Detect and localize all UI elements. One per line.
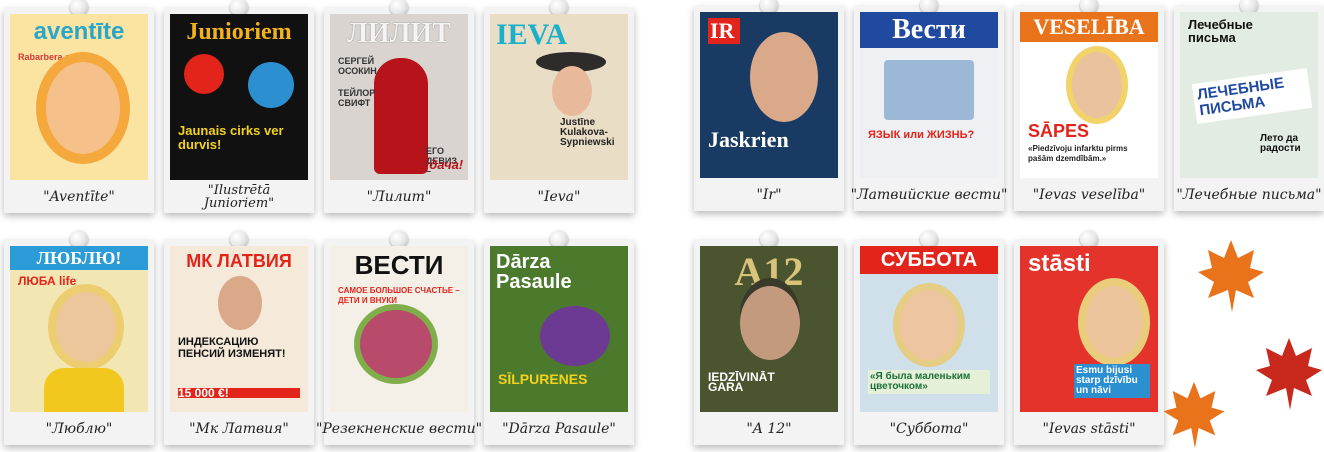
magazine-cover: ЛИЛИТ СЕРГЕЙ ОСОКИН ТЕЙЛОР СВИФТ ЕГО ДЕВ…	[330, 14, 468, 180]
magazine-card-vesti[interactable]: Вести ЯЗЫК или ЖИЗНЬ? "Латвийские вести"	[850, 0, 1008, 211]
magazine-card-subbota[interactable]: СУББОТА «Я была маленьким цветочком» "Су…	[854, 230, 1004, 445]
magazine-cover: stāsti Esmu bijusi starp dzīvību un nāvi	[1020, 246, 1158, 412]
magazine-card-a12[interactable]: A12 IEDZĪVINĀT GARA "A 12"	[694, 230, 844, 445]
magazine-card-lilit[interactable]: ЛИЛИТ СЕРГЕЙ ОСОКИН ТЕЙЛОР СВИФТ ЕГО ДЕВ…	[324, 0, 474, 213]
cover-title: IR	[708, 18, 740, 44]
magazine-card-stasti[interactable]: stāsti Esmu bijusi starp dzīvību un nāvi…	[1014, 230, 1164, 445]
maple-leaf-icon	[1163, 381, 1225, 449]
magazine-cover: Junioriem Jaunais cirks ver durvis!	[170, 14, 308, 180]
maple-leaf-icon	[1256, 338, 1322, 410]
maple-leaf-icon	[1198, 240, 1264, 312]
magazine-caption: "Aventīte"	[43, 189, 115, 205]
soldier-icon	[740, 286, 800, 360]
cover-headline: ЛЮБА life	[18, 274, 77, 288]
cover-headline: удача!	[422, 157, 464, 172]
cover-headline: ЯЗЫК или ЖИЗНЬ?	[868, 129, 975, 141]
cover-title: IEVA	[496, 18, 568, 51]
magazine-card-aventite[interactable]: aventīte Rabarbera sarga "Aventīte"	[4, 0, 154, 213]
cover-headline: «Я была маленьким цветочком»	[868, 370, 990, 394]
woman-blonde-icon	[1086, 286, 1142, 358]
magazine-caption: "Люблю"	[45, 421, 113, 437]
magazine-card-ieva[interactable]: IEVA Justīne Kulakova-Sypniewski "Ieva"	[484, 0, 634, 213]
cover-headline: SĪLPURENES	[498, 371, 588, 387]
magazine-caption: "Латвийские вести"	[850, 187, 1008, 203]
magazine-cover: Вести ЯЗЫК или ЖИЗНЬ?	[860, 12, 998, 178]
cover-headline: ТЕЙЛОР СВИФТ	[338, 88, 376, 108]
cover-title: Junioriem	[186, 19, 292, 45]
cover-headline: Esmu bijusi starp dzīvību un nāvi	[1074, 364, 1150, 398]
magazine-cover: ВЕСТИ САМОЕ БОЛЬШОЕ СЧАСТЬЕ – ДЕТИ И ВНУ…	[330, 246, 468, 412]
magazine-caption: "A 12"	[746, 421, 792, 437]
magazine-cover: A12 IEDZĪVINĀT GARA	[700, 246, 838, 412]
cover-headline: Jaunais cirks ver durvis!	[178, 123, 284, 152]
magazine-card-pisma[interactable]: Лечебные письма ЛЕЧЕБНЫЕ ПИСЬМА Лето да …	[1174, 0, 1324, 211]
cover-headline: САМОЕ БОЛЬШОЕ СЧАСТЬЕ – ДЕТИ И ВНУКИ	[338, 286, 460, 305]
cartoon-girl-icon	[46, 62, 120, 154]
magazine-cover: Dārza Pasaule SĪLPURENES	[490, 246, 628, 412]
cover-headline: Justīne Kulakova-Sypniewski	[560, 117, 615, 148]
doctor-woman-icon	[1072, 52, 1122, 118]
flowers-icon	[360, 310, 432, 378]
flowers-purple-icon	[540, 306, 610, 366]
cover-headline: Jaskrien	[708, 127, 789, 152]
magazine-cover: ЛЮБЛЮ! ЛЮБА life	[10, 246, 148, 412]
cover-title: VESELĪBA	[1020, 12, 1158, 42]
cover-title: Вести	[860, 12, 998, 48]
cover-headline: СЕРГЕЙ ОСОКИН	[338, 56, 377, 76]
newspaper-icon: ЛЕЧЕБНЫЕ ПИСЬМА	[1191, 68, 1313, 124]
magazine-caption: "Мк Латвия"	[189, 421, 289, 437]
cover-headline: Rabarbera sarga	[18, 52, 90, 62]
cover-title: Dārza Pasaule	[496, 251, 572, 293]
cover-title: ЛИЛИТ	[347, 18, 451, 49]
cover-title: ВЕСТИ	[354, 250, 444, 280]
magazine-card-rezekne[interactable]: ВЕСТИ САМОЕ БОЛЬШОЕ СЧАСТЬЕ – ДЕТИ И ВНУ…	[315, 230, 483, 445]
circus-icon	[184, 54, 224, 94]
cover-title: СУББОТА	[860, 246, 998, 274]
magazine-cover: Лечебные письма ЛЕЧЕБНЫЕ ПИСЬМА Лето да …	[1180, 12, 1318, 178]
man-portrait-icon	[750, 32, 818, 122]
cover-headline: IEDZĪVINĀT GARA	[708, 370, 775, 394]
cover-headline: 15 000 €!	[178, 387, 300, 399]
magazine-card-ir[interactable]: IR Jaskrien "Ir"	[694, 0, 844, 211]
magazine-caption: "Ilustrētā Junioriem"	[203, 183, 275, 211]
magazine-cover: МК ЛАТВИЯ ИНДЕКСАЦИЮ ПЕНСИЙ ИЗМЕНЯТ! 15 …	[170, 246, 308, 412]
cover-title: МК ЛАТВИЯ	[186, 251, 292, 271]
cover-headline: Лето да радости	[1260, 133, 1301, 154]
woman-smile-icon	[900, 290, 958, 360]
cover-title: Лечебные письма	[1188, 17, 1253, 45]
magazine-caption: "Ir"	[756, 187, 782, 203]
elderly-woman-icon	[218, 276, 262, 330]
magazine-caption: "Резекненские вести"	[315, 421, 483, 437]
magazine-caption: "Ieva"	[537, 189, 581, 205]
magazine-caption: "Лилит"	[366, 189, 432, 205]
cover-title: aventīte	[33, 18, 125, 45]
magazine-caption: "Ievas stāsti"	[1042, 421, 1136, 437]
magazine-cover: VESELĪBA SĀPES «Piedzīvoju infarktu pirm…	[1020, 12, 1158, 178]
decor-dress	[44, 368, 124, 412]
magazine-card-mk[interactable]: МК ЛАТВИЯ ИНДЕКСАЦИЮ ПЕНСИЙ ИЗМЕНЯТ! 15 …	[164, 230, 314, 445]
woman-red-suit-icon	[374, 58, 428, 174]
magazine-caption: "Dārza Pasaule"	[502, 421, 616, 437]
decor-face	[552, 66, 592, 116]
magazine-cover: IEVA Justīne Kulakova-Sypniewski	[490, 14, 628, 180]
magazine-card-darza[interactable]: Dārza Pasaule SĪLPURENES "Dārza Pasaule"	[484, 230, 634, 445]
cover-title: stāsti	[1028, 250, 1091, 277]
cover-headline: ИНДЕКСАЦИЮ ПЕНСИЙ ИЗМЕНЯТ!	[178, 336, 286, 360]
magazine-caption: "Суббота"	[889, 421, 969, 437]
magazine-cover: aventīte Rabarbera sarga	[10, 14, 148, 180]
decor-circle	[248, 62, 294, 108]
cover-headline: «Piedzīvoju infarktu pirms pašām dzemdīb…	[1028, 144, 1128, 163]
magazine-cover: IR Jaskrien	[700, 12, 838, 178]
cover-headline: SĀPES	[1028, 121, 1090, 141]
magazine-card-veseliba[interactable]: VESELĪBA SĀPES «Piedzīvoju infarktu pirm…	[1014, 0, 1164, 211]
cover-title: ЛЮБЛЮ!	[10, 246, 148, 270]
magazine-card-lublu[interactable]: ЛЮБЛЮ! ЛЮБА life "Люблю"	[4, 230, 154, 445]
magazine-card-junioriem[interactable]: Junioriem Jaunais cirks ver durvis! "Ilu…	[164, 0, 314, 213]
newspaper-collage-icon	[884, 60, 974, 120]
magazine-caption: "Ievas veselība"	[1032, 187, 1146, 203]
magazine-cover: СУББОТА «Я была маленьким цветочком»	[860, 246, 998, 412]
magazine-caption: "Лечебные письма"	[1176, 187, 1322, 203]
blonde-woman-icon	[56, 292, 116, 362]
